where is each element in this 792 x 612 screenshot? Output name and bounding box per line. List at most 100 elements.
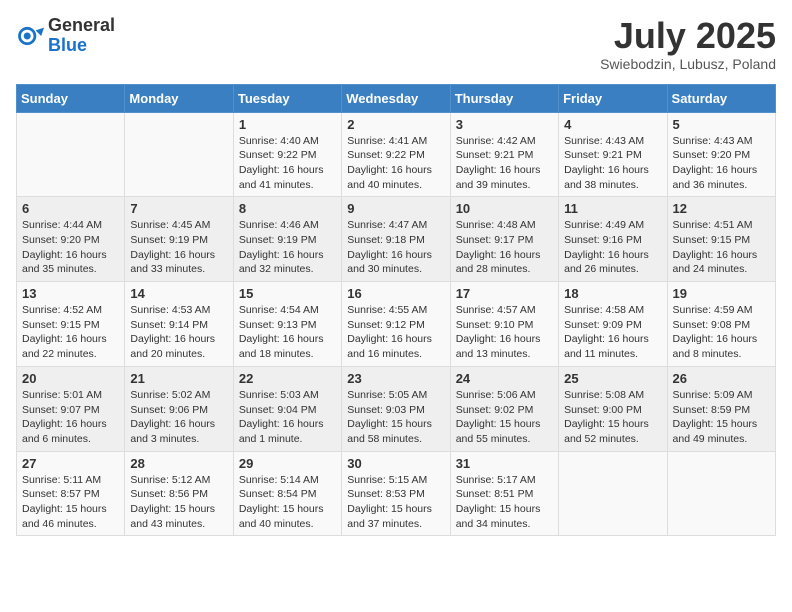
day-info: Sunrise: 4:44 AM Sunset: 9:20 PM Dayligh… [22, 218, 119, 277]
calendar-cell: 22Sunrise: 5:03 AM Sunset: 9:04 PM Dayli… [233, 366, 341, 451]
day-number: 6 [22, 201, 119, 216]
day-number: 8 [239, 201, 336, 216]
logo-icon [16, 22, 44, 50]
calendar-cell: 11 Sunrise: 4:49 AM Sunset: 9:16 PM Dayli… [559, 197, 667, 282]
calendar-cell: 26 Sunrise: 5:09 AM Sunset: 8:59 PM Dayli… [667, 366, 775, 451]
day-info: Sunrise: 5:06 AM Sunset: 9:02 PM Dayligh… [456, 388, 553, 447]
day-number: 13 [22, 286, 119, 301]
day-number: 11 [564, 201, 661, 216]
day-number: 26 [673, 371, 770, 386]
day-info: Sunrise: 5:01 AM Sunset: 9:07 PM Dayligh… [22, 388, 119, 447]
calendar-cell: 12 Sunrise: 4:51 AM Sunset: 9:15 PM Dayli… [667, 197, 775, 282]
day-info: Sunrise: 5:12 AM Sunset: 8:56 PM Dayligh… [130, 473, 227, 532]
day-info: Sunrise: 5:03 AM Sunset: 9:04 PM Dayligh… [239, 388, 336, 447]
day-number: 3 [456, 117, 553, 132]
weekday-header-friday: Friday [559, 84, 667, 112]
day-number: 14 [130, 286, 227, 301]
day-number: 24 [456, 371, 553, 386]
day-info: Sunrise: 5:02 AM Sunset: 9:06 PM Dayligh… [130, 388, 227, 447]
day-info: Sunrise: 4:49 AM Sunset: 9:16 PM Dayligh… [564, 218, 661, 277]
calendar-cell: 29Sunrise: 5:14 AM Sunset: 8:54 PM Dayli… [233, 451, 341, 536]
day-info: Sunrise: 5:11 AM Sunset: 8:57 PM Dayligh… [22, 473, 119, 532]
day-number: 30 [347, 456, 444, 471]
calendar-cell: 24 Sunrise: 5:06 AM Sunset: 9:02 PM Dayli… [450, 366, 558, 451]
day-number: 19 [673, 286, 770, 301]
logo-general-text: General [48, 16, 115, 36]
day-info: Sunrise: 4:43 AM Sunset: 9:21 PM Dayligh… [564, 134, 661, 193]
day-info: Sunrise: 4:45 AM Sunset: 9:19 PM Dayligh… [130, 218, 227, 277]
day-info: Sunrise: 4:58 AM Sunset: 9:09 PM Dayligh… [564, 303, 661, 362]
day-number: 17 [456, 286, 553, 301]
calendar-cell: 9 Sunrise: 4:47 AM Sunset: 9:18 PM Daylig… [342, 197, 450, 282]
weekday-header-sunday: Sunday [17, 84, 125, 112]
day-info: Sunrise: 5:17 AM Sunset: 8:51 PM Dayligh… [456, 473, 553, 532]
calendar-cell: 27 Sunrise: 5:11 AM Sunset: 8:57 PM Dayli… [17, 451, 125, 536]
day-info: Sunrise: 4:52 AM Sunset: 9:15 PM Dayligh… [22, 303, 119, 362]
day-number: 27 [22, 456, 119, 471]
day-info: Sunrise: 4:51 AM Sunset: 9:15 PM Dayligh… [673, 218, 770, 277]
calendar-cell: 5Sunrise: 4:43 AM Sunset: 9:20 PM Daylig… [667, 112, 775, 197]
calendar-cell: 8 Sunrise: 4:46 AM Sunset: 9:19 PM Daylig… [233, 197, 341, 282]
calendar-cell: 20Sunrise: 5:01 AM Sunset: 9:07 PM Dayli… [17, 366, 125, 451]
weekday-header-saturday: Saturday [667, 84, 775, 112]
day-number: 2 [347, 117, 444, 132]
calendar-cell: 6 Sunrise: 4:44 AM Sunset: 9:20 PM Daylig… [17, 197, 125, 282]
weekday-header-wednesday: Wednesday [342, 84, 450, 112]
calendar-cell: 28Sunrise: 5:12 AM Sunset: 8:56 PM Dayli… [125, 451, 233, 536]
day-info: Sunrise: 4:57 AM Sunset: 9:10 PM Dayligh… [456, 303, 553, 362]
calendar-table: SundayMondayTuesdayWednesdayThursdayFrid… [16, 84, 776, 537]
calendar-cell: 16 Sunrise: 4:55 AM Sunset: 9:12 PM Dayli… [342, 282, 450, 367]
calendar-cell: 17 Sunrise: 4:57 AM Sunset: 9:10 PM Dayli… [450, 282, 558, 367]
logo: General Blue [16, 16, 115, 56]
day-info: Sunrise: 5:15 AM Sunset: 8:53 PM Dayligh… [347, 473, 444, 532]
day-number: 12 [673, 201, 770, 216]
day-number: 31 [456, 456, 553, 471]
day-number: 10 [456, 201, 553, 216]
calendar-week-1: 1Sunrise: 4:40 AM Sunset: 9:22 PM Daylig… [17, 112, 776, 197]
day-number: 21 [130, 371, 227, 386]
day-number: 16 [347, 286, 444, 301]
calendar-cell: 18Sunrise: 4:58 AM Sunset: 9:09 PM Dayli… [559, 282, 667, 367]
calendar-cell: 30 Sunrise: 5:15 AM Sunset: 8:53 PM Dayli… [342, 451, 450, 536]
calendar-cell [667, 451, 775, 536]
calendar-cell: 13 Sunrise: 4:52 AM Sunset: 9:15 PM Dayli… [17, 282, 125, 367]
day-info: Sunrise: 4:40 AM Sunset: 9:22 PM Dayligh… [239, 134, 336, 193]
day-info: Sunrise: 4:55 AM Sunset: 9:12 PM Dayligh… [347, 303, 444, 362]
calendar-cell: 25 Sunrise: 5:08 AM Sunset: 9:00 PM Dayli… [559, 366, 667, 451]
day-number: 7 [130, 201, 227, 216]
calendar-cell: 1Sunrise: 4:40 AM Sunset: 9:22 PM Daylig… [233, 112, 341, 197]
day-number: 29 [239, 456, 336, 471]
calendar-cell [17, 112, 125, 197]
calendar-week-2: 6 Sunrise: 4:44 AM Sunset: 9:20 PM Daylig… [17, 197, 776, 282]
day-number: 25 [564, 371, 661, 386]
month-title: July 2025 [600, 16, 776, 56]
calendar-cell: 15 Sunrise: 4:54 AM Sunset: 9:13 PM Dayli… [233, 282, 341, 367]
day-info: Sunrise: 5:08 AM Sunset: 9:00 PM Dayligh… [564, 388, 661, 447]
day-info: Sunrise: 5:09 AM Sunset: 8:59 PM Dayligh… [673, 388, 770, 447]
day-info: Sunrise: 4:41 AM Sunset: 9:22 PM Dayligh… [347, 134, 444, 193]
calendar-cell: 3 Sunrise: 4:42 AM Sunset: 9:21 PM Daylig… [450, 112, 558, 197]
calendar-week-5: 27 Sunrise: 5:11 AM Sunset: 8:57 PM Dayli… [17, 451, 776, 536]
day-number: 9 [347, 201, 444, 216]
calendar-cell: 23Sunrise: 5:05 AM Sunset: 9:03 PM Dayli… [342, 366, 450, 451]
day-info: Sunrise: 4:47 AM Sunset: 9:18 PM Dayligh… [347, 218, 444, 277]
day-info: Sunrise: 4:42 AM Sunset: 9:21 PM Dayligh… [456, 134, 553, 193]
calendar-week-4: 20Sunrise: 5:01 AM Sunset: 9:07 PM Dayli… [17, 366, 776, 451]
title-block: July 2025 Swiebodzin, Lubusz, Poland [600, 16, 776, 72]
calendar-cell: 14Sunrise: 4:53 AM Sunset: 9:14 PM Dayli… [125, 282, 233, 367]
calendar-cell [559, 451, 667, 536]
calendar-cell [125, 112, 233, 197]
day-info: Sunrise: 4:54 AM Sunset: 9:13 PM Dayligh… [239, 303, 336, 362]
day-number: 5 [673, 117, 770, 132]
day-number: 15 [239, 286, 336, 301]
logo-blue-text: Blue [48, 36, 115, 56]
weekday-header-row: SundayMondayTuesdayWednesdayThursdayFrid… [17, 84, 776, 112]
calendar-cell: 2 Sunrise: 4:41 AM Sunset: 9:22 PM Daylig… [342, 112, 450, 197]
day-info: Sunrise: 4:46 AM Sunset: 9:19 PM Dayligh… [239, 218, 336, 277]
location: Swiebodzin, Lubusz, Poland [600, 56, 776, 72]
calendar-week-3: 13 Sunrise: 4:52 AM Sunset: 9:15 PM Dayli… [17, 282, 776, 367]
day-info: Sunrise: 4:48 AM Sunset: 9:17 PM Dayligh… [456, 218, 553, 277]
day-info: Sunrise: 5:05 AM Sunset: 9:03 PM Dayligh… [347, 388, 444, 447]
page-header: General Blue July 2025 Swiebodzin, Lubus… [16, 16, 776, 72]
calendar-cell: 10 Sunrise: 4:48 AM Sunset: 9:17 PM Dayli… [450, 197, 558, 282]
